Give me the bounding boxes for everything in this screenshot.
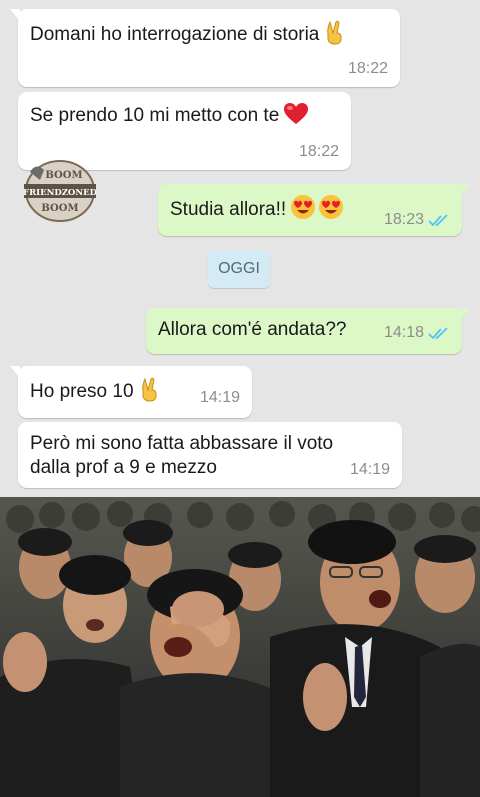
message-time: 14:19 xyxy=(349,461,390,478)
watermark-text: BOOM xyxy=(41,203,78,214)
victory-hand-icon xyxy=(138,376,162,402)
message-time: 14:19 xyxy=(199,389,240,406)
double-check-read-icon xyxy=(428,327,448,340)
red-heart-icon xyxy=(283,102,309,126)
incoming-message[interactable]: Ho preso 10 14:19 xyxy=(10,366,252,418)
message-text: Ho preso 10 xyxy=(30,381,134,402)
heart-eyes-face-icon xyxy=(290,194,318,220)
crowd-crying-photo xyxy=(0,497,480,797)
message-text: Se prendo 10 mi metto con te xyxy=(30,105,280,126)
watermark-text: FRIENDZONED xyxy=(23,188,98,198)
message-time: 14:18 xyxy=(384,321,452,345)
message-time: 18:23 xyxy=(384,208,452,232)
outgoing-message[interactable]: Studia allora!! 18:23 xyxy=(158,184,470,236)
message-text: Allora com'é andata?? xyxy=(158,319,347,340)
watermark-text: BOOM xyxy=(45,170,82,181)
message-time: 18:22 xyxy=(298,143,339,160)
message-time: 18:22 xyxy=(347,60,388,77)
day-separator: OGGI xyxy=(208,250,270,288)
message-text-line: dalla prof a 9 e mezzo xyxy=(30,457,217,478)
outgoing-message[interactable]: Allora com'é andata?? 14:18 xyxy=(146,308,470,354)
victory-hand-icon xyxy=(323,19,347,45)
message-text: Studia allora!! xyxy=(170,199,287,220)
incoming-message[interactable]: Domani ho interrogazione di storia 18:22 xyxy=(10,9,400,87)
message-text-line: Però mi sono fatta abbassare il voto xyxy=(30,433,334,454)
friendzoned-watermark-logo: BOOM FRIENDZONED BOOM xyxy=(22,158,98,224)
heart-eyes-face-icon xyxy=(318,194,346,220)
double-check-read-icon xyxy=(428,214,448,227)
incoming-message[interactable]: Però mi sono fatta abbassare il voto dal… xyxy=(18,422,402,488)
chat-thread: Domani ho interrogazione di storia 18:22… xyxy=(0,0,480,497)
message-text: Domani ho interrogazione di storia xyxy=(30,24,320,45)
